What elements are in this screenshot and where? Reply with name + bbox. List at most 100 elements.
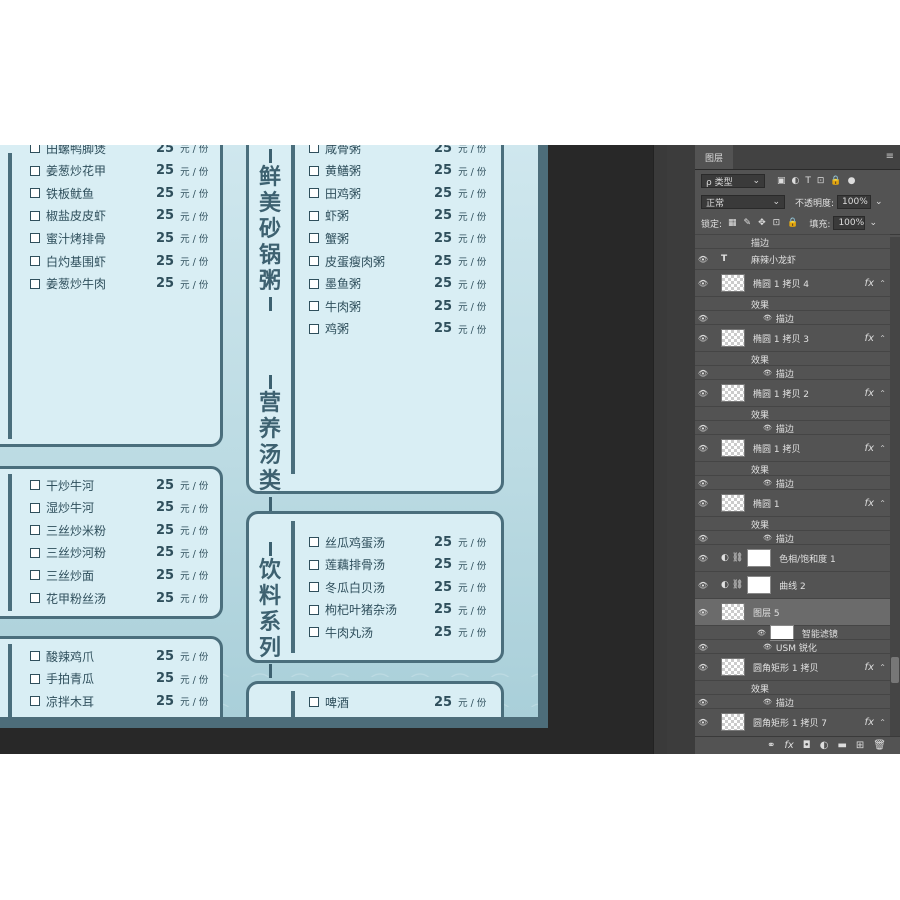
expand-toggle-icon[interactable]: ⌃: [879, 334, 886, 343]
visibility-eye-icon[interactable]: 👁: [695, 663, 711, 672]
effect-eye-icon[interactable]: 👁: [763, 314, 772, 322]
visibility-eye-icon[interactable]: 👁: [695, 554, 711, 563]
layer-name: 效果: [751, 465, 770, 476]
visibility-eye-icon[interactable]: 👁: [695, 718, 711, 727]
layer-effect-row[interactable]: 👁 👁 描边: [695, 420, 890, 435]
fx-icon[interactable]: fx: [865, 662, 874, 673]
layer-row[interactable]: 👁 椭圆 1 拷贝 3 fx ⌃: [695, 324, 890, 351]
effect-eye-icon[interactable]: 👁: [763, 534, 772, 542]
fill-dropdown-icon[interactable]: ⌄: [869, 218, 877, 228]
price-unit: 元 / 份: [458, 257, 487, 268]
layer-mask-thumbnail[interactable]: [747, 576, 772, 594]
price-unit: 元 / 份: [180, 189, 209, 201]
expand-toggle-icon[interactable]: ⌃: [879, 279, 886, 288]
checkbox-icon: [30, 525, 40, 536]
layer-effect-row[interactable]: 👁效果: [695, 680, 890, 695]
menu-item: 玉米蒸饺: [30, 713, 94, 717]
layers-scrollbar[interactable]: [890, 237, 900, 737]
effect-eye-icon[interactable]: 👁: [763, 424, 772, 432]
effect-eye-icon[interactable]: 👁: [763, 369, 772, 377]
layer-row[interactable]: 👁 圆角矩形 1 拷贝 fx ⌃: [695, 653, 890, 680]
visibility-eye-icon[interactable]: 👁: [695, 314, 711, 323]
new-layer-icon[interactable]: ⊞: [856, 740, 864, 751]
layer-effect-row[interactable]: 👁 👁 描边: [695, 475, 890, 490]
layer-effect-row[interactable]: 👁 👁 描边: [695, 530, 890, 545]
expand-toggle-icon[interactable]: ⌃: [879, 444, 886, 453]
effect-eye-icon[interactable]: 👁: [763, 479, 772, 487]
blend-mode-select[interactable]: 正常 ⌄: [701, 195, 785, 209]
canvas-vertical-scrollbar[interactable]: [653, 145, 668, 754]
effect-eye-icon[interactable]: 👁: [763, 643, 772, 651]
layer-row[interactable]: 👁 T 麻辣小龙虾: [695, 248, 890, 269]
visibility-eye-icon[interactable]: 👁: [695, 369, 711, 378]
tab-layers[interactable]: 图层: [695, 145, 734, 169]
fx-icon[interactable]: fx: [865, 717, 874, 728]
fx-icon[interactable]: fx: [865, 278, 874, 289]
layer-row[interactable]: 👁 椭圆 1 fx ⌃: [695, 489, 890, 516]
effect-eye-icon[interactable]: 👁: [763, 698, 772, 706]
layer-effect-row[interactable]: 👁描边: [695, 234, 890, 249]
visibility-eye-icon[interactable]: 👁: [695, 534, 711, 543]
layer-row[interactable]: 👁 ◐ ⛓ 曲线 2: [695, 571, 890, 598]
filter-icons[interactable]: ▣◐T⊡🔒●: [777, 176, 861, 186]
trash-icon[interactable]: 🗑: [873, 740, 886, 751]
layer-row[interactable]: 👁 椭圆 1 拷贝 4 fx ⌃: [695, 269, 890, 296]
visibility-eye-icon[interactable]: 👁: [695, 581, 711, 590]
layers-scroll-thumb[interactable]: [891, 657, 899, 683]
title-dash: [268, 375, 272, 389]
opacity-input[interactable]: 100%: [837, 195, 872, 209]
layer-effect-row[interactable]: 👁效果: [695, 461, 890, 476]
title-dash: [268, 542, 272, 556]
checkbox-icon: [309, 145, 319, 153]
fx-icon[interactable]: fx: [865, 498, 874, 509]
fx-icon[interactable]: fx: [784, 740, 793, 751]
opacity-dropdown-icon[interactable]: ⌄: [875, 197, 883, 207]
fx-icon[interactable]: fx: [865, 443, 874, 454]
visibility-eye-icon[interactable]: 👁: [695, 499, 711, 508]
visibility-eye-icon[interactable]: 👁: [695, 255, 711, 264]
layer-row[interactable]: 👁 ◐ ⛓ 色相/饱和度 1: [695, 544, 890, 571]
effect-eye-icon[interactable]: 👁: [757, 629, 766, 637]
visibility-eye-icon[interactable]: 👁: [695, 424, 711, 433]
fx-icon[interactable]: fx: [865, 388, 874, 399]
visibility-eye-icon[interactable]: 👁: [695, 389, 711, 398]
expand-toggle-icon[interactable]: ⌃: [879, 499, 886, 508]
layer-effect-row[interactable]: 👁 👁 描边: [695, 365, 890, 380]
layer-effect-row[interactable]: 👁效果: [695, 516, 890, 531]
layer-effect-row[interactable]: 👁 👁 描边: [695, 310, 890, 325]
checkbox-icon: [30, 256, 40, 266]
layer-name: 椭圆 1 拷贝 4: [753, 279, 810, 290]
folder-icon[interactable]: ▬: [837, 740, 846, 751]
layer-effect-row[interactable]: 👁效果: [695, 351, 890, 366]
panel-menu-icon[interactable]: ≡: [886, 151, 894, 162]
visibility-eye-icon[interactable]: 👁: [695, 608, 711, 617]
visibility-eye-icon[interactable]: 👁: [695, 334, 711, 343]
visibility-eye-icon[interactable]: 👁: [695, 444, 711, 453]
layer-row[interactable]: 👁 椭圆 1 拷贝 fx ⌃: [695, 434, 890, 461]
visibility-eye-icon[interactable]: 👁: [695, 643, 711, 652]
visibility-eye-icon[interactable]: 👁: [695, 698, 711, 707]
expand-toggle-icon[interactable]: ⌃: [879, 663, 886, 672]
filter-kind-select[interactable]: ρ 类型 ⌄: [701, 174, 765, 188]
layer-row[interactable]: 👁 椭圆 1 拷贝 2 fx ⌃: [695, 379, 890, 406]
visibility-eye-icon[interactable]: 👁: [695, 479, 711, 488]
layer-effect-row[interactable]: 👁效果: [695, 296, 890, 311]
expand-toggle-icon[interactable]: ⌃: [879, 389, 886, 398]
link-icon[interactable]: ⚭: [767, 740, 775, 751]
layer-mask-thumbnail[interactable]: [747, 549, 772, 567]
expand-toggle-icon[interactable]: ⌃: [879, 718, 886, 727]
layer-effect-row[interactable]: 👁 👁 描边: [695, 694, 890, 709]
layer-thumbnail: [721, 329, 745, 347]
layer-effect-row[interactable]: 👁👁智能滤镜: [695, 625, 890, 641]
visibility-eye-icon[interactable]: 👁: [695, 279, 711, 288]
layer-effect-row[interactable]: 👁效果: [695, 406, 890, 421]
fill-input[interactable]: 100%: [833, 216, 866, 230]
layer-row[interactable]: 👁 图层 5: [695, 598, 890, 625]
adjustment-icon[interactable]: ◐: [820, 740, 829, 751]
canvas-area[interactable]: 田螺鸭脚煲 25 元 / 份姜葱炒花甲 25 元 / 份铁板鱿鱼 25 元 / 份椒盐皮皮虾…: [0, 145, 667, 754]
fx-icon[interactable]: fx: [865, 333, 874, 344]
layer-effect-row[interactable]: 👁 👁 USM 锐化: [695, 639, 890, 654]
lock-icons[interactable]: ▦✎✥⊡🔒: [728, 218, 805, 228]
layer-row[interactable]: 👁 圆角矩形 1 拷贝 7 fx ⌃: [695, 708, 890, 734]
mask-icon[interactable]: ◘: [803, 740, 811, 751]
